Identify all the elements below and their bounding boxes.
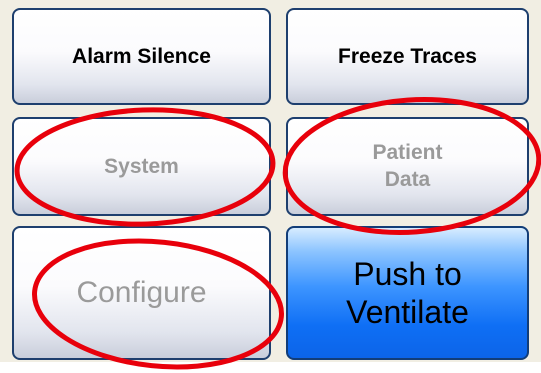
system-label: System xyxy=(104,154,179,178)
push-to-ventilate-label: Push to Ventilate xyxy=(346,255,469,330)
configure-button[interactable]: Configure xyxy=(12,226,271,360)
system-button[interactable]: System xyxy=(12,117,271,216)
push-to-ventilate-button[interactable]: Push to Ventilate xyxy=(286,226,529,360)
freeze-traces-button[interactable]: Freeze Traces xyxy=(286,8,529,105)
patient-data-label: Patient Data xyxy=(372,141,443,191)
configure-label: Configure xyxy=(76,276,207,309)
alarm-silence-button[interactable]: Alarm Silence xyxy=(12,8,271,105)
patient-data-button[interactable]: Patient Data xyxy=(286,117,529,216)
alarm-silence-label: Alarm Silence xyxy=(72,44,211,68)
ventilator-control-panel: Alarm Silence Freeze Traces System Patie… xyxy=(0,0,541,373)
freeze-traces-label: Freeze Traces xyxy=(338,44,477,68)
